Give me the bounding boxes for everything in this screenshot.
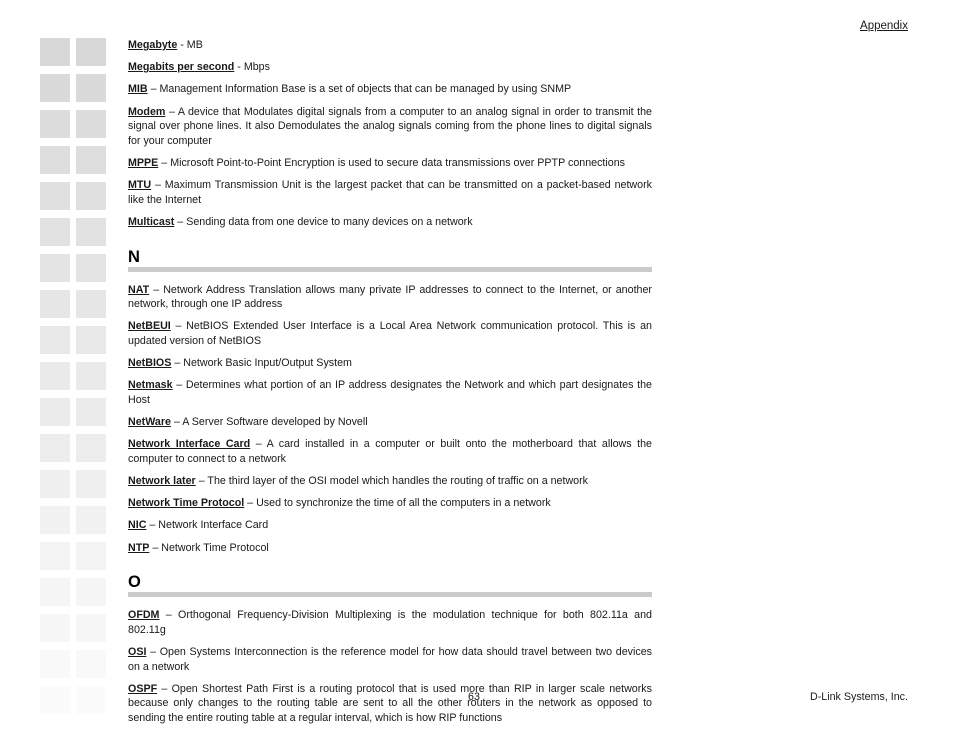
glossary-separator: –	[170, 320, 187, 333]
glossary-term: Netmask	[128, 379, 173, 392]
glossary-entry: Megabyte - MB	[128, 38, 652, 53]
glossary-separator: –	[147, 83, 160, 96]
glossary-term: Megabyte	[128, 39, 178, 51]
header-title: Appendix	[860, 20, 908, 32]
glossary-term: MIB	[128, 83, 148, 96]
section-heading-o: O	[128, 573, 652, 598]
glossary-entry: NAT – Network Address Translation allows…	[128, 283, 652, 312]
glossary-term: Network Interface Card	[128, 438, 251, 451]
glossary-entry: OFDM – Orthogonal Frequency-Division Mul…	[128, 608, 652, 637]
glossary-separator: -	[177, 39, 187, 51]
glossary-separator: –	[174, 215, 187, 228]
glossary-definition: Maximum Transmission Unit is the largest…	[128, 179, 653, 206]
glossary-term: Megabits per second	[128, 61, 235, 74]
glossary-term: Modem	[128, 105, 166, 118]
glossary-entry: Megabits per second - Mbps	[128, 60, 652, 75]
glossary-separator: –	[146, 645, 160, 658]
footer-company-name: D-Link Systems, Inc.	[810, 691, 908, 703]
footer-page-number: 63	[468, 691, 480, 703]
section-rule-n	[128, 266, 652, 272]
glossary-entries-n: NAT – Network Address Translation allows…	[128, 283, 652, 556]
glossary-entry: Modem – A device that Modulates digital …	[128, 105, 652, 149]
glossary-definition: Open Systems Interconnection is the refe…	[128, 645, 652, 673]
glossary-separator: –	[165, 105, 178, 118]
glossary-term: MPPE	[128, 156, 159, 169]
glossary-definition: MB	[186, 39, 203, 51]
glossary-definition: Used to synchronize the time of all the …	[256, 497, 551, 510]
glossary-separator: –	[170, 416, 183, 429]
glossary-separator: –	[171, 357, 184, 370]
glossary-term: Multicast	[128, 215, 175, 228]
glossary-term: NetBIOS	[128, 357, 172, 370]
glossary-entry: NTP – Network Time Protocol	[128, 541, 652, 556]
glossary-separator: –	[149, 283, 164, 296]
glossary-separator: –	[172, 379, 186, 392]
glossary-definition: Network Address Translation allows many …	[128, 283, 652, 311]
glossary-definition: Mbps	[243, 61, 270, 74]
glossary-term: NTP	[128, 541, 150, 554]
glossary-entry: MIB – Management Information Base is a s…	[128, 82, 652, 97]
glossary-separator: –	[146, 519, 159, 532]
glossary-entry: NetWare – A Server Software developed by…	[128, 415, 652, 430]
glossary-definition: Network Interface Card	[158, 519, 269, 532]
glossary-separator: –	[195, 475, 208, 487]
glossary-separator: -	[234, 61, 244, 74]
glossary-definition: Open Shortest Path First is a routing pr…	[128, 682, 652, 724]
glossary-definition: Sending data from one device to many dev…	[186, 215, 473, 228]
glossary-entry: Network Interface Card – A card installe…	[128, 437, 652, 466]
glossary-entry: Netmask – Determines what portion of an …	[128, 378, 652, 407]
glossary-term: NIC	[128, 519, 147, 532]
glossary-term: NAT	[128, 283, 150, 296]
glossary-entries-m: Megabyte - MB Megabits per second - Mbps M…	[128, 38, 652, 230]
glossary-separator: –	[158, 156, 171, 169]
glossary-definition: Determines what portion of an IP address…	[128, 379, 652, 406]
glossary-entry: Multicast – Sending data from one device…	[128, 215, 652, 230]
glossary-term: NetWare	[128, 416, 171, 429]
glossary-definition: A device that Modulates digital signals …	[128, 105, 652, 147]
glossary-definition: Orthogonal Frequency-Division Multiplexi…	[128, 609, 652, 636]
glossary-separator: –	[250, 438, 267, 451]
glossary-definition: A Server Software developed by Novell	[182, 416, 368, 429]
glossary-term: OFDM	[128, 609, 160, 622]
section-heading-n: N	[128, 247, 652, 272]
glossary-definition: Network Basic Input/Output System	[183, 357, 352, 370]
glossary-entry: NetBEUI – NetBIOS Extended User Interfac…	[128, 319, 652, 348]
section-rule-o	[128, 592, 652, 598]
glossary-separator: –	[159, 609, 179, 622]
glossary-term: Network later	[128, 475, 196, 487]
section-letter-o: O	[128, 573, 141, 592]
glossary-definition: Management Information Base is a set of …	[159, 83, 572, 96]
glossary-separator: –	[151, 179, 165, 192]
glossary-entries-o: OFDM – Orthogonal Frequency-Division Mul…	[128, 608, 652, 725]
page-content: Megabyte - MB Megabits per second - Mbps M…	[128, 38, 652, 726]
glossary-term: MTU	[128, 179, 152, 192]
glossary-separator: –	[157, 682, 172, 695]
glossary-definition: NetBIOS Extended User Interface is a Loc…	[128, 320, 652, 347]
glossary-term: OSPF	[128, 682, 158, 695]
glossary-definition: The third layer of the OSI model which h…	[207, 475, 589, 487]
glossary-term: OSI	[128, 645, 147, 658]
document-page: Appendix Megabyte - MB Megabits per secon…	[0, 0, 954, 738]
glossary-entry: MPPE – Microsoft Point-to-Point Encrypti…	[128, 156, 652, 171]
glossary-entry: Network later – The third layer of the O…	[128, 474, 652, 489]
section-letter-n: N	[128, 247, 140, 266]
glossary-definition: Network Time Protocol	[161, 541, 269, 554]
glossary-separator: –	[244, 497, 257, 510]
glossary-entry: OSI – Open Systems Interconnection is th…	[128, 645, 652, 674]
glossary-term: Network Time Protocol	[128, 497, 245, 510]
glossary-entry: MTU – Maximum Transmission Unit is the l…	[128, 178, 652, 207]
glossary-entry: NIC – Network Interface Card	[128, 518, 652, 533]
glossary-entry: OSPF – Open Shortest Path First is a rou…	[128, 682, 652, 726]
glossary-entry: Network Time Protocol – Used to synchron…	[128, 496, 652, 511]
glossary-definition: Microsoft Point-to-Point Encryption is u…	[170, 156, 626, 169]
glossary-separator: –	[149, 541, 162, 554]
page-header: Appendix	[128, 19, 908, 33]
glossary-term: NetBEUI	[128, 320, 171, 333]
glossary-entry: NetBIOS – Network Basic Input/Output Sys…	[128, 356, 652, 371]
